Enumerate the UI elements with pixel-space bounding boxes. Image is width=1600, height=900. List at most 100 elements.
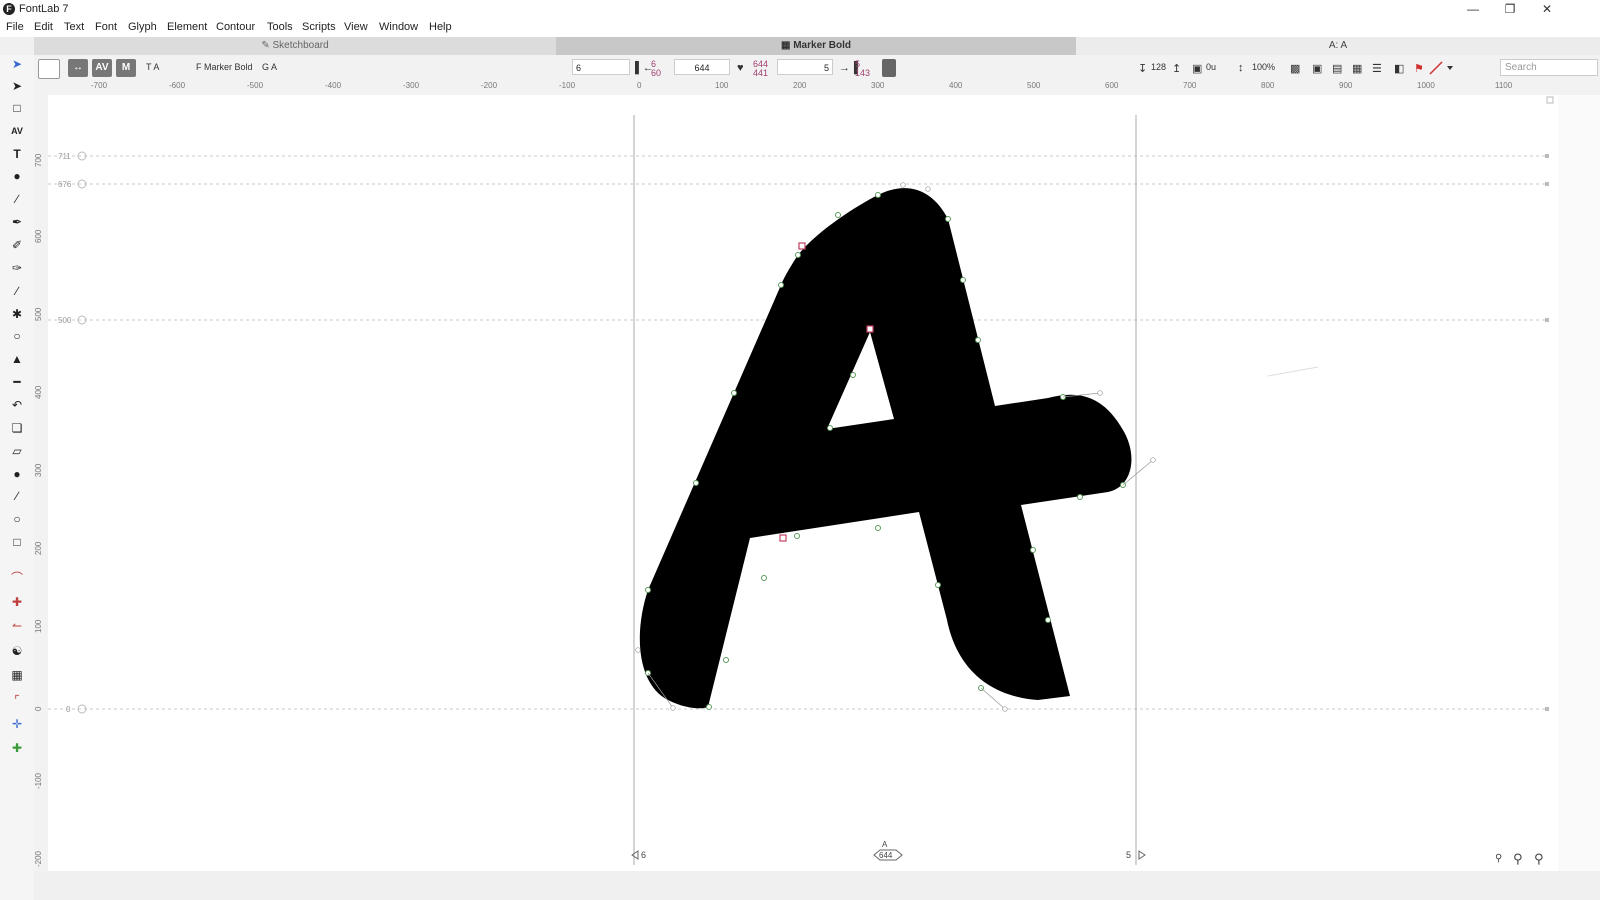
height-icon[interactable]: ↥ bbox=[1172, 62, 1181, 75]
handle-point[interactable] bbox=[1097, 390, 1103, 396]
handle-point[interactable] bbox=[900, 182, 906, 188]
pin-icon[interactable]: ✛ bbox=[8, 715, 26, 733]
spiral-icon[interactable]: ✱ bbox=[8, 305, 26, 323]
right-metric-arrow-icon[interactable] bbox=[1138, 850, 1146, 860]
left-metric-arrow-icon[interactable] bbox=[631, 850, 639, 860]
handle-point[interactable] bbox=[635, 647, 641, 653]
handle-point[interactable] bbox=[1002, 706, 1008, 712]
search-input[interactable]: Search bbox=[1500, 59, 1598, 76]
fit-height-icon[interactable]: ▤ bbox=[1332, 62, 1342, 75]
contour-node[interactable] bbox=[835, 212, 841, 218]
rsb-input[interactable]: 5 bbox=[777, 59, 833, 75]
menu-window[interactable]: Window bbox=[379, 21, 418, 33]
right-sidebearing-value[interactable]: 5 bbox=[1126, 850, 1131, 860]
curve-icon[interactable]: ━ bbox=[8, 373, 26, 391]
guide-end-handle[interactable] bbox=[1545, 707, 1549, 711]
transform-icon[interactable]: ↶ bbox=[8, 396, 26, 414]
harmonize-icon[interactable]: ✚ bbox=[8, 593, 26, 611]
fit-glyph-icon[interactable]: ▩ bbox=[1290, 62, 1300, 75]
handle-icon[interactable]: ✚ bbox=[8, 739, 26, 757]
close-icon[interactable]: ✕ bbox=[1530, 0, 1564, 18]
menu-font[interactable]: Font bbox=[95, 21, 117, 33]
smooth-icon[interactable]: □ bbox=[8, 533, 26, 551]
text-icon[interactable]: T bbox=[8, 145, 26, 163]
rapid-icon[interactable]: ✑ bbox=[8, 259, 26, 277]
master-mode-button[interactable]: M bbox=[116, 59, 136, 77]
minimize-icon[interactable]: — bbox=[1456, 0, 1490, 18]
tab-sketchboard[interactable]: ✎ Sketchboard bbox=[34, 37, 556, 55]
eyedropper-icon[interactable]: ● bbox=[8, 465, 26, 483]
handle-point[interactable] bbox=[925, 186, 931, 192]
fit-width-icon[interactable]: ▣ bbox=[1312, 62, 1322, 75]
selected-node[interactable] bbox=[866, 325, 874, 333]
contour-node[interactable] bbox=[1030, 547, 1036, 553]
ellipse-icon[interactable]: ∕ bbox=[8, 487, 26, 505]
gradient-icon[interactable]: ↼ bbox=[8, 617, 26, 635]
rectangle-icon[interactable]: ○ bbox=[8, 510, 26, 528]
tab-glyph-window[interactable]: A: A bbox=[1076, 37, 1600, 55]
knife-icon[interactable]: ∕ bbox=[8, 282, 26, 300]
select-arrow-icon[interactable]: ➤ bbox=[8, 55, 26, 73]
menu-glyph[interactable]: Glyph bbox=[128, 21, 157, 33]
ruler-icon[interactable]: ▲ bbox=[8, 350, 26, 368]
glyph-canvas-svg[interactable]: 711 676 500 0 6 A 644 5 ⚲ ⚲ ⚲ bbox=[48, 95, 1558, 871]
yin-yang-icon[interactable]: ☯ bbox=[8, 642, 26, 660]
contour-node[interactable] bbox=[975, 337, 981, 343]
kerning-icon[interactable]: AV bbox=[8, 122, 26, 140]
menu-scripts[interactable]: Scripts bbox=[302, 21, 336, 33]
contour-node[interactable] bbox=[794, 533, 800, 539]
pen-icon[interactable]: ✒ bbox=[8, 213, 26, 231]
advance-width-value[interactable]: 644 bbox=[879, 851, 893, 860]
contour-node[interactable] bbox=[706, 704, 712, 710]
contour-node[interactable] bbox=[731, 390, 737, 396]
contour-node[interactable] bbox=[960, 277, 966, 283]
eraser-icon[interactable]: ● bbox=[8, 167, 26, 185]
kerning-mode-button[interactable]: AV bbox=[92, 59, 112, 77]
menu-file[interactable]: File bbox=[6, 21, 24, 33]
brush-icon[interactable]: ∕ bbox=[8, 190, 26, 208]
tangent-icon[interactable]: ⌒ bbox=[8, 569, 26, 587]
text-mode-label[interactable]: T A bbox=[146, 62, 159, 72]
advance-width-input[interactable]: 644 bbox=[674, 59, 730, 75]
menu-element[interactable]: Element bbox=[167, 21, 207, 33]
glyph-name-label[interactable]: G A bbox=[262, 62, 277, 72]
font-name-label[interactable]: F Marker Bold bbox=[196, 62, 253, 72]
menu-contour[interactable]: Contour bbox=[216, 21, 255, 33]
contour-node[interactable] bbox=[723, 657, 729, 663]
contour-node[interactable] bbox=[945, 216, 951, 222]
upm-icon[interactable]: ↧ bbox=[1138, 62, 1147, 75]
grid-view-icon[interactable]: ▦ bbox=[1352, 62, 1362, 75]
flag-icon[interactable]: ⚑ bbox=[1414, 62, 1424, 75]
contour-node[interactable] bbox=[850, 372, 856, 378]
selected-node[interactable] bbox=[798, 242, 806, 250]
left-sidebearing-value[interactable]: 6 bbox=[641, 850, 646, 860]
contour-node[interactable] bbox=[1077, 494, 1083, 500]
guide-icon[interactable]: ⌜ bbox=[8, 691, 26, 709]
glyph-a-outline[interactable] bbox=[639, 188, 1132, 709]
guide-end-handle[interactable] bbox=[1545, 182, 1549, 186]
fill-icon[interactable]: ○ bbox=[8, 327, 26, 345]
lsb-input[interactable]: 6 bbox=[572, 59, 630, 75]
guide-end-handle[interactable] bbox=[1545, 154, 1549, 158]
grid-icon[interactable]: ▦ bbox=[8, 666, 26, 684]
shear-icon[interactable]: ❏ bbox=[8, 419, 26, 437]
hand-icon[interactable]: ▱ bbox=[8, 442, 26, 460]
pencil-icon[interactable]: ✐ bbox=[8, 236, 26, 254]
rect-select-icon[interactable]: □ bbox=[8, 99, 26, 117]
menu-edit[interactable]: Edit bbox=[34, 21, 53, 33]
zoom-out-icon[interactable]: ⚲ bbox=[1495, 853, 1502, 864]
zoom-icon[interactable]: ⚲ bbox=[1513, 852, 1523, 867]
preview-icon[interactable]: ◧ bbox=[1394, 62, 1404, 75]
zoom-fit-icon[interactable]: ⚲ bbox=[1534, 852, 1544, 867]
zoom-scale-icon[interactable]: ↕ bbox=[1238, 62, 1244, 74]
sidebar-toggle-icon[interactable] bbox=[38, 59, 60, 79]
glyph-canvas[interactable]: 711 676 500 0 6 A 644 5 ⚲ ⚲ ⚲ bbox=[48, 95, 1558, 871]
contour-node[interactable] bbox=[693, 480, 699, 486]
canvas-corner-icon[interactable] bbox=[1546, 96, 1554, 104]
gear-icon[interactable] bbox=[882, 59, 896, 77]
metrics-mode-button[interactable]: ↔ bbox=[68, 59, 88, 77]
contour-node[interactable] bbox=[827, 425, 833, 431]
menu-help[interactable]: Help bbox=[429, 21, 452, 33]
selected-node[interactable] bbox=[779, 534, 787, 542]
contour-node[interactable] bbox=[795, 252, 801, 258]
